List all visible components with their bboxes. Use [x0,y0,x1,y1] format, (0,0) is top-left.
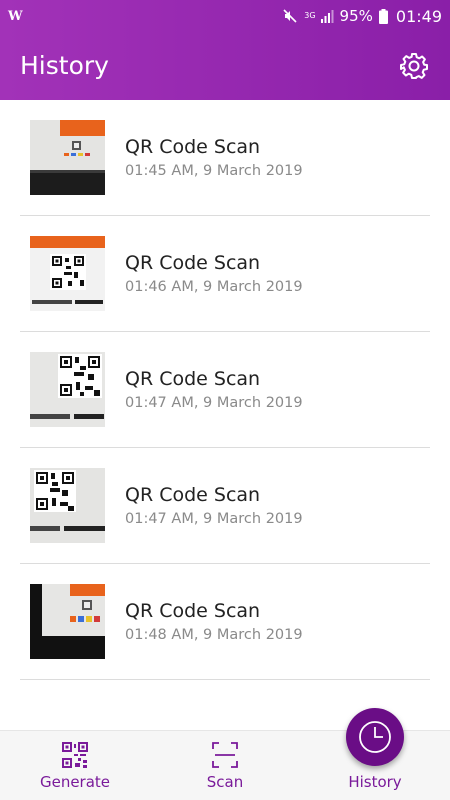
network-type: 3G [304,11,316,20]
scan-thumbnail [30,584,105,659]
item-title: QR Code Scan [125,600,261,622]
app-bar: W 3G 95% 01:49 History [0,0,450,100]
item-date: 01:48 AM, 9 March 2019 [125,627,303,643]
nav-history-label: History [348,773,402,791]
history-item[interactable]: QR Code Scan 01:45 AM, 9 March 2019 [20,100,430,216]
nav-scan[interactable]: Scan [150,731,300,800]
gear-icon [400,53,428,79]
history-item[interactable]: QR Code Scan 01:47 AM, 9 March 2019 [20,448,430,564]
item-date: 01:47 AM, 9 March 2019 [125,511,303,527]
history-list: QR Code Scan 01:45 AM, 9 March 2019 QR C… [0,100,450,680]
battery-percent: 95% [339,7,373,25]
history-item[interactable]: QR Code Scan 01:48 AM, 9 March 2019 [20,564,430,680]
item-date: 01:46 AM, 9 March 2019 [125,279,303,295]
scan-thumbnail [30,468,105,543]
page-title: History [20,51,109,80]
status-time: 01:49 [395,6,442,26]
history-active-button[interactable] [346,708,404,766]
signal-icon [320,10,334,23]
item-title: QR Code Scan [125,136,261,158]
qr-code-icon [62,742,88,768]
item-title: QR Code Scan [125,368,261,390]
nav-scan-label: Scan [206,773,244,791]
item-date: 01:45 AM, 9 March 2019 [125,163,303,179]
nav-generate[interactable]: Generate [0,731,150,800]
nav-generate-label: Generate [39,773,111,791]
item-date: 01:47 AM, 9 March 2019 [125,395,303,411]
scan-frame-icon [212,742,238,768]
scan-thumbnail [30,236,105,311]
status-bar: W 3G 95% 01:49 [0,0,450,32]
scan-thumbnail [30,120,105,195]
battery-icon [378,8,388,24]
settings-button[interactable] [398,50,430,82]
clock-icon [359,721,391,753]
mute-icon [283,9,297,23]
history-item[interactable]: QR Code Scan 01:46 AM, 9 March 2019 [20,216,430,332]
item-title: QR Code Scan [125,484,261,506]
history-item[interactable]: QR Code Scan 01:47 AM, 9 March 2019 [20,332,430,448]
app-notification-icon: W [8,8,23,24]
item-title: QR Code Scan [125,252,261,274]
scan-thumbnail [30,352,105,427]
